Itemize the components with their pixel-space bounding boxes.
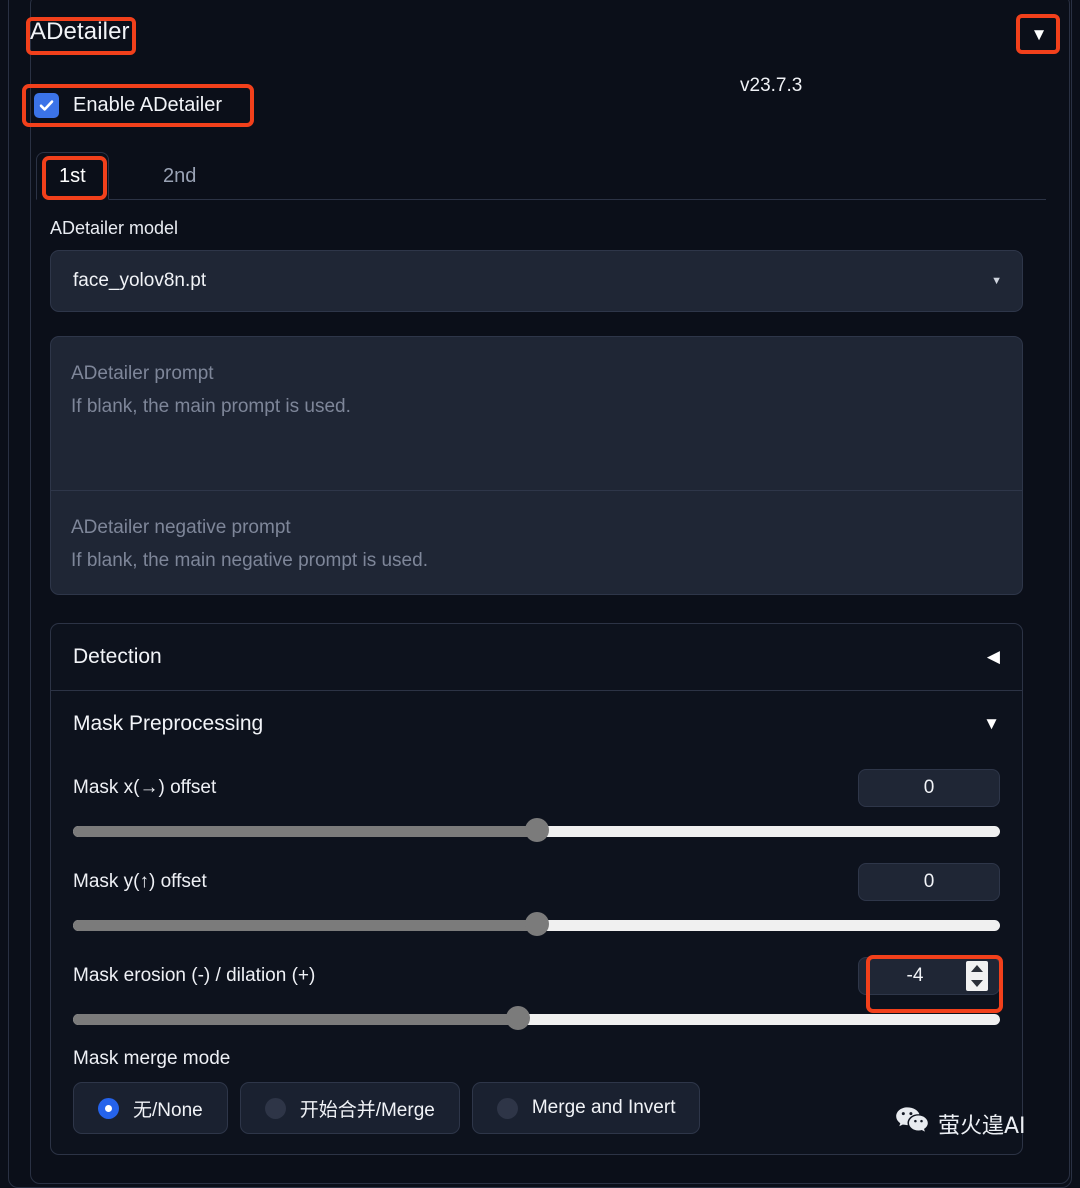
radio-unselected-icon[interactable] — [264, 1097, 286, 1119]
slider-fill — [73, 826, 537, 837]
watermark: 萤火遑AI — [895, 1106, 1026, 1141]
adetailer-negative-prompt-title: ADetailer negative prompt — [71, 517, 291, 538]
adetailer-negative-prompt-textarea[interactable]: ADetailer negative prompt If blank, the … — [50, 491, 1023, 595]
version-label: v23.7.3 — [740, 75, 803, 96]
mask-y-offset-input[interactable]: 0 — [858, 863, 1000, 901]
accordion-mask-preprocessing-title: Mask Preprocessing — [73, 711, 264, 735]
mask-x-offset-input[interactable]: 0 — [858, 769, 1000, 807]
accordion-mask-preprocessing-header[interactable]: Mask Preprocessing ▼ — [51, 690, 1022, 756]
accordion-group: Detection ◀ Mask Preprocessing ▼ Mask x(… — [50, 623, 1023, 1155]
mask-erosion-dilation-slider[interactable] — [73, 1006, 1000, 1030]
mask-merge-mode-group: 无/None 开始合并/Merge Merge and Invert — [73, 1082, 1000, 1134]
accordion-detection-title: Detection — [73, 645, 162, 668]
radio-unselected-icon[interactable] — [496, 1097, 518, 1119]
radio-option-merge-and-invert-label: Merge and Invert — [531, 1097, 676, 1118]
adetailer-model-select[interactable]: face_yolov8n.pt ▼ — [50, 250, 1023, 312]
mask-x-offset-row: Mask x(→) offset 0 — [73, 760, 1000, 816]
radio-selected-icon[interactable] — [98, 1097, 119, 1119]
radio-option-merge-and-invert[interactable]: Merge and Invert — [471, 1082, 701, 1134]
title-highlight-box — [26, 17, 136, 55]
adetailer-model-label: ADetailer model — [50, 218, 179, 238]
collapse-highlight-box — [1016, 14, 1060, 54]
slider-fill — [73, 1014, 518, 1025]
tab-panel-1st: ADetailer model face_yolov8n.pt ▼ ADetai… — [50, 218, 1025, 1155]
mask-erosion-dilation-label: Mask erosion (-) / dilation (+) — [73, 965, 316, 986]
adetailer-negative-prompt-hint: If blank, the main negative prompt is us… — [71, 550, 428, 572]
mask-erosion-dilation-row: Mask erosion (-) / dilation (+) -4 — [73, 948, 1000, 1004]
radio-option-merge[interactable]: 开始合并/Merge — [239, 1082, 460, 1134]
mask-x-offset-label: Mask x(→) offset — [73, 777, 217, 798]
adetailer-panel: ADetailer ▼ v23.7.3 Enable ADetailer 1st… — [0, 0, 1080, 1188]
radio-option-none-label: 无/None — [133, 1099, 203, 1121]
enable-highlight-box — [22, 84, 254, 127]
mask-x-offset-value: 0 — [923, 777, 935, 798]
accordion-detection-header[interactable]: Detection ◀ — [51, 624, 1022, 690]
watermark-text: 萤火遑AI — [938, 1113, 1026, 1139]
mask-y-offset-row: Mask y(↑) offset 0 — [73, 854, 1000, 910]
chevron-down-icon[interactable]: ▼ — [991, 275, 1002, 287]
slider-thumb[interactable] — [505, 1006, 530, 1030]
tab-bar: 1st 2nd — [36, 152, 1046, 200]
mask-y-offset-label: Mask y(↑) offset — [73, 871, 207, 892]
slider-thumb[interactable] — [524, 912, 549, 936]
mask-y-offset-value: 0 — [923, 871, 935, 892]
adetailer-prompt-hint: If blank, the main prompt is used. — [71, 396, 351, 418]
triangle-left-icon[interactable]: ◀ — [987, 647, 1000, 667]
slider-fill — [73, 920, 537, 931]
adetailer-model-value: face_yolov8n.pt — [73, 270, 207, 291]
mask-x-offset-slider[interactable] — [73, 818, 1000, 842]
radio-option-merge-label: 开始合并/Merge — [299, 1099, 435, 1121]
mask-y-offset-slider[interactable] — [73, 912, 1000, 936]
tab-highlight-box — [42, 156, 107, 200]
tab-2nd[interactable]: 2nd — [140, 152, 219, 200]
wechat-icon — [895, 1106, 929, 1141]
triangle-down-icon[interactable]: ▼ — [983, 714, 1000, 734]
erosion-highlight-box — [866, 955, 1003, 1013]
adetailer-prompt-textarea[interactable]: ADetailer prompt If blank, the main prom… — [50, 336, 1023, 491]
radio-option-none[interactable]: 无/None — [73, 1082, 228, 1134]
mask-merge-mode-label: Mask merge mode — [73, 1048, 231, 1069]
adetailer-prompt-title: ADetailer prompt — [71, 363, 214, 384]
slider-thumb[interactable] — [524, 818, 549, 842]
